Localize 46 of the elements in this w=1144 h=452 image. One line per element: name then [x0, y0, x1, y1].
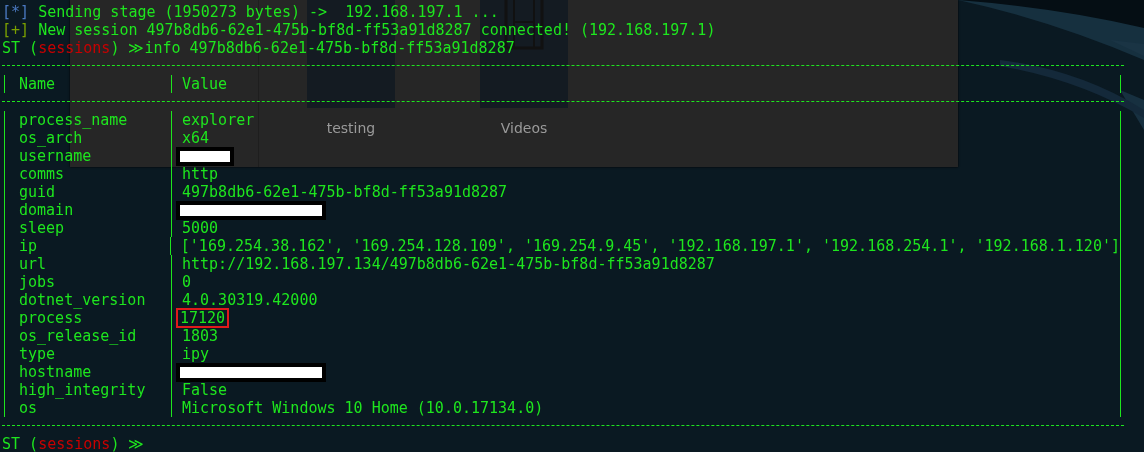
prompt-text: ST (	[2, 435, 39, 452]
table-cell: x64	[182, 129, 210, 147]
output-text: New session 497b8db6-62e1-475b-bf8d-ff53a91d8287 connected! (192.168.197.1)	[38, 21, 716, 39]
table-cell: domain	[19, 201, 74, 219]
table-cell: ['169.254.38.162', '169.254.128.109', '169.254.9.45', '192.168.197.1', '192.168.254.1', '192.168.1.120']	[180, 237, 1120, 255]
table-cell: high_integrity	[19, 381, 146, 399]
table-cell: guid	[19, 183, 56, 201]
table-cell: 4.0.30319.42000	[182, 291, 318, 309]
column-header: Value	[182, 75, 228, 93]
highlighted-cell: 17120	[178, 310, 228, 326]
table-cell: 0	[182, 273, 192, 291]
prompt-text: ST (	[2, 39, 39, 57]
output-text: Sending stage (1950273 bytes) -> 192.168.197.1 ...	[38, 3, 499, 21]
table-cell: 497b8db6-62e1-475b-bf8d-ff53a91d8287	[182, 183, 508, 201]
table-cell: url	[19, 255, 47, 273]
prompt-context: sessions	[38, 39, 111, 57]
table-cell: ipy	[182, 345, 210, 363]
table-cell: ip	[19, 237, 38, 255]
table-cell: False	[182, 381, 228, 399]
table-cell: 1803	[182, 327, 219, 345]
prompt-text: ) ≫	[110, 435, 145, 452]
prompt-context: sessions	[38, 435, 111, 452]
command-text: info 497b8db6-62e1-475b-bf8d-ff53a91d8287	[144, 39, 515, 57]
table-cell: process_name	[19, 111, 128, 129]
table-cell: type	[19, 345, 56, 363]
table-cell: explorer	[182, 111, 255, 129]
table-cell: 5000	[182, 219, 219, 237]
table-cell: username	[19, 147, 92, 165]
table-cell: process	[19, 309, 83, 327]
table-cell: os_arch	[19, 129, 83, 147]
table-cell: os	[19, 399, 38, 417]
table-cell: dotnet_version	[19, 291, 146, 309]
table-cell: sleep	[19, 219, 65, 237]
table-cell: Microsoft Windows 10 Home (10.0.17134.0)	[182, 399, 544, 417]
column-header: Name	[19, 75, 56, 93]
status-marker: [*]	[2, 3, 30, 21]
status-marker: [+]	[2, 21, 30, 39]
table-cell: hostname	[19, 363, 92, 381]
table-cell: http	[182, 165, 219, 183]
file-label[interactable]: testing	[326, 120, 376, 136]
table-cell: jobs	[19, 273, 56, 291]
file-label[interactable]: Videos	[500, 120, 548, 136]
table-cell: os_release_id	[19, 327, 137, 345]
table-cell: http://192.168.197.134/497b8db6-62e1-475b-bf8d-ff53a91d8287	[182, 255, 715, 273]
prompt-text: ) ≫	[110, 39, 145, 57]
table-cell: comms	[19, 165, 65, 183]
